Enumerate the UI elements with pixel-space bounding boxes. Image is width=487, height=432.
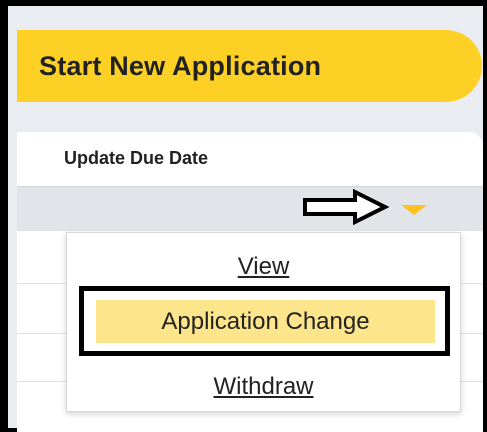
menu-item-view-label: View (237, 253, 290, 280)
menu-item-application-change-label: Application Change (161, 307, 370, 335)
column-header-update-due-date: Update Due Date (64, 148, 209, 168)
start-new-application-button[interactable]: Start New Application (17, 30, 482, 102)
menu-item-view[interactable]: View (67, 253, 460, 281)
menu-item-withdraw[interactable]: Withdraw (67, 373, 460, 401)
applications-table: Update Due Date View Application Change … (17, 132, 483, 432)
start-new-application-label: Start New Application (39, 50, 322, 81)
actions-dropdown-menu: View Application Change Withdraw (66, 232, 461, 412)
menu-item-withdraw-label: Withdraw (213, 373, 314, 400)
left-strip (8, 6, 17, 428)
highlight-outline: Application Change (79, 286, 450, 356)
hollow-right-arrow-icon (301, 188, 391, 230)
menu-item-application-change[interactable]: Application Change (96, 300, 435, 343)
actions-dropdown-caret-icon[interactable] (401, 205, 427, 215)
